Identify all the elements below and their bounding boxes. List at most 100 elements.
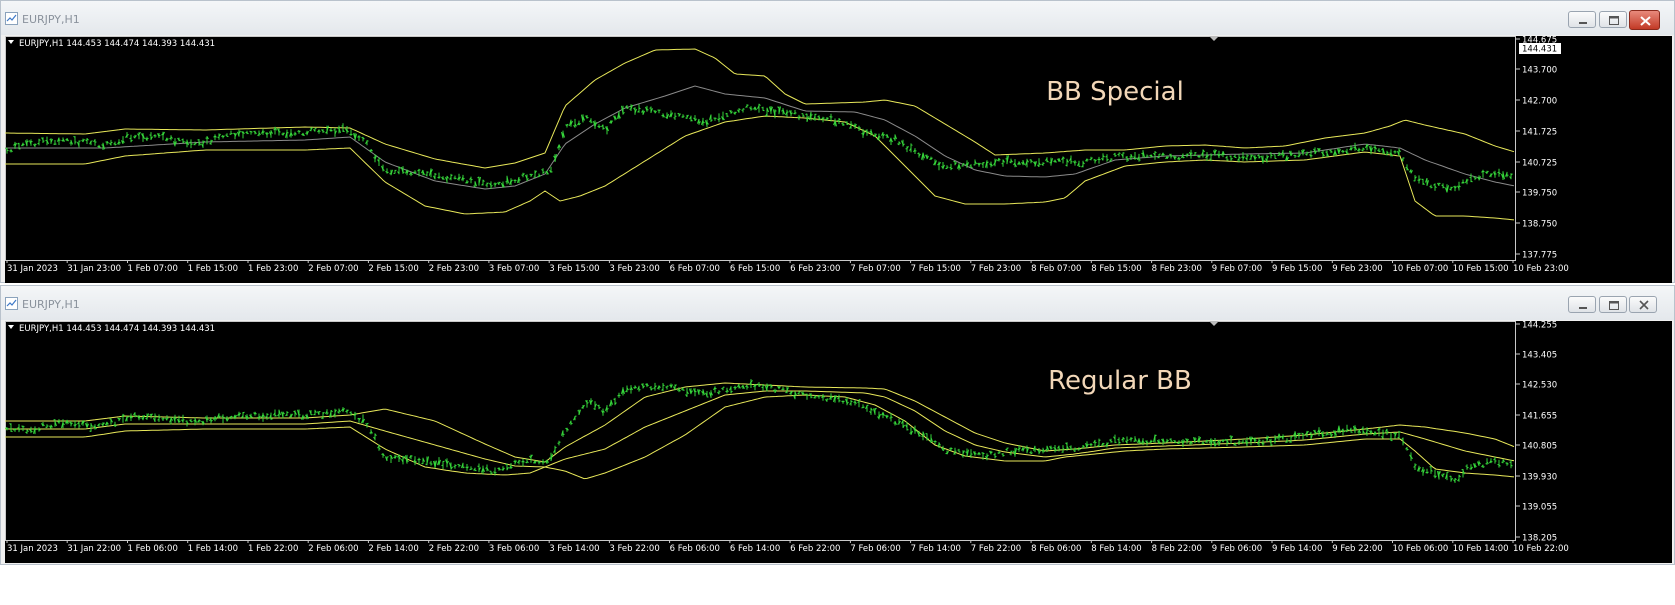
time-tick-label: 2 Feb 23:00 (429, 264, 479, 274)
price-bar (789, 110, 793, 117)
price-bar (769, 106, 773, 114)
price-bar (121, 413, 125, 423)
price-bar (81, 138, 85, 143)
price-bar (369, 148, 373, 153)
price-bar (89, 140, 93, 146)
price-bar (717, 113, 721, 123)
price-bar (1489, 173, 1493, 178)
price-bar (1341, 428, 1345, 436)
chart-area[interactable]: EURJPY,H1 144.453 144.474 144.393 144.43… (5, 321, 1672, 563)
chart-window-bb-special[interactable]: EURJPY,H1 EURJPY,H1 144.453 144.474 144.… (0, 0, 1675, 283)
price-bar (745, 384, 749, 390)
price-bar (109, 418, 113, 425)
price-bar (725, 387, 729, 394)
price-tick-label: 142.530 (1522, 381, 1557, 391)
price-bar (133, 134, 137, 139)
restore-button[interactable] (1599, 296, 1627, 313)
price-bar (1077, 160, 1081, 167)
price-bar (517, 459, 521, 465)
time-tick-label: 9 Feb 22:00 (1332, 544, 1382, 554)
price-bar (1373, 145, 1377, 153)
price-bar (189, 139, 193, 149)
price-bar (929, 434, 933, 443)
price-bar (1477, 175, 1481, 181)
price-bar (661, 113, 665, 118)
price-bar (989, 450, 993, 455)
price-bar (633, 385, 637, 389)
price-bar (25, 429, 29, 434)
price-bar (821, 394, 825, 401)
price-bar (317, 411, 321, 415)
close-button[interactable] (1629, 10, 1660, 30)
dropdown-triangle-icon[interactable] (8, 325, 14, 329)
title-bar[interactable]: EURJPY,H1 (1, 1, 1674, 35)
price-bar (585, 400, 589, 408)
minimize-icon (1579, 22, 1587, 24)
chart-window-regular-bb[interactable]: EURJPY,H1 EURJPY,H1 144.453 144.474 144.… (0, 285, 1675, 565)
price-bar (657, 109, 661, 114)
price-bar (893, 421, 897, 426)
price-bar (249, 413, 253, 419)
price-bar (285, 129, 289, 139)
price-bar (777, 386, 781, 390)
price-bar (957, 163, 961, 171)
price-bar (701, 117, 705, 126)
minimize-button[interactable] (1568, 296, 1596, 313)
time-tick-label: 1 Feb 07:00 (128, 264, 178, 274)
price-bar (17, 424, 21, 433)
price-bar (389, 455, 393, 463)
time-tick-label: 10 Feb 22:00 (1513, 544, 1569, 554)
time-tick-label: 6 Feb 14:00 (730, 544, 780, 554)
price-bar (497, 181, 501, 185)
price-bar (101, 422, 105, 427)
price-bar (1281, 434, 1285, 440)
middle-band-line (5, 85, 1515, 190)
plot-frame (5, 321, 1516, 541)
title-bar[interactable]: EURJPY,H1 (1, 286, 1674, 320)
price-bar (381, 453, 385, 458)
price-bar (1449, 475, 1453, 482)
chart-area[interactable]: EURJPY,H1 144.453 144.474 144.393 144.43… (5, 36, 1672, 283)
price-bar (1109, 438, 1113, 443)
price-bar (1073, 160, 1077, 166)
upper-band-line (5, 382, 1515, 463)
price-bar (981, 161, 985, 168)
scroll-marker-icon[interactable] (1209, 321, 1219, 326)
price-bar (513, 459, 517, 465)
price-bar (177, 137, 181, 142)
price-bar (561, 130, 565, 139)
price-bar (785, 386, 789, 394)
price-bar (525, 174, 529, 182)
price-bar (833, 118, 837, 127)
price-bar (197, 419, 201, 423)
price-bar (269, 130, 273, 138)
scroll-marker-icon[interactable] (1209, 36, 1219, 41)
price-bar (1321, 150, 1325, 158)
price-bar (1469, 464, 1473, 470)
price-bar (945, 165, 949, 170)
price-bar (841, 122, 845, 126)
minimize-button[interactable] (1568, 11, 1596, 28)
dropdown-triangle-icon[interactable] (8, 40, 14, 44)
price-bar (729, 110, 733, 114)
price-bar (1249, 436, 1253, 446)
price-bar (1289, 150, 1293, 157)
price-bar (125, 132, 129, 138)
price-tick-label: 140.725 (1522, 159, 1557, 169)
price-bar (241, 131, 245, 139)
price-bar (109, 139, 113, 146)
price-bar (529, 454, 533, 463)
time-tick-label: 7 Feb 14:00 (911, 544, 961, 554)
price-bar (637, 385, 641, 392)
price-bar (881, 411, 885, 419)
price-bar (665, 112, 669, 119)
price-bar (485, 464, 489, 472)
price-chart[interactable]: EURJPY,H1 144.453 144.474 144.393 144.43… (5, 36, 1672, 283)
restore-button[interactable] (1599, 11, 1627, 28)
price-bar (169, 135, 173, 141)
price-bar (1069, 155, 1073, 164)
close-button[interactable] (1629, 296, 1657, 313)
price-bar (1265, 435, 1269, 443)
price-bar (1141, 150, 1145, 158)
price-chart[interactable]: EURJPY,H1 144.453 144.474 144.393 144.43… (5, 321, 1672, 563)
